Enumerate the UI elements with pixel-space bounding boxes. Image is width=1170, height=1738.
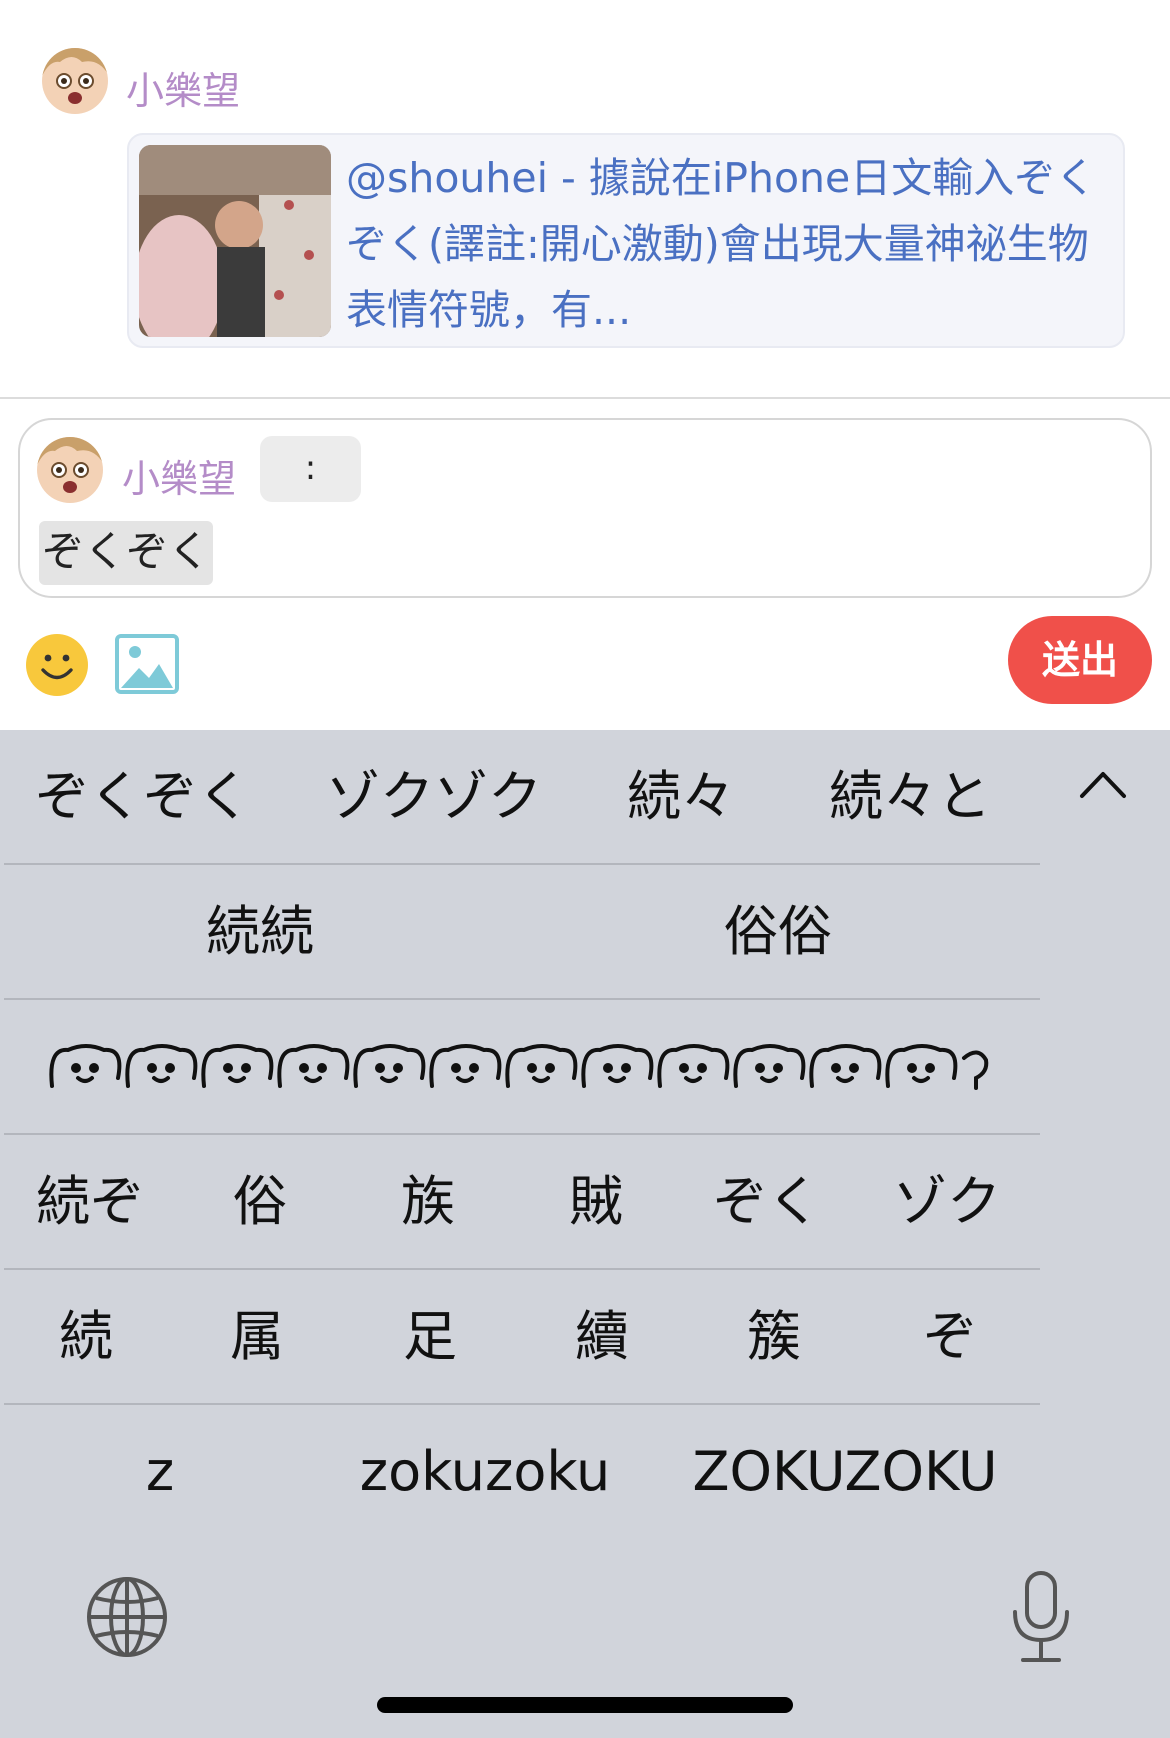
candidate[interactable]: ゾク	[892, 1135, 1002, 1268]
link-thumbnail	[139, 145, 331, 337]
candidate[interactable]: 続ぞ	[30, 1135, 150, 1268]
candidate-row-1: ぞくぞく ゾクゾク 続々 続々と	[0, 730, 1040, 865]
candidate-row-2: 続続 俗俗	[0, 865, 1040, 1000]
candidate[interactable]: zokuzoku	[340, 1405, 630, 1538]
collapse-candidates-button[interactable]	[1072, 754, 1134, 816]
smile-emoji-icon	[26, 634, 88, 696]
candidate[interactable]: ZOKUZOKU	[670, 1405, 1020, 1538]
avatar-face-icon	[37, 437, 103, 503]
home-indicator[interactable]	[377, 1697, 793, 1713]
reply-author-avatar	[37, 437, 103, 503]
author-name[interactable]: 小樂望	[126, 60, 240, 115]
send-button[interactable]: 送出	[1008, 616, 1152, 704]
candidate[interactable]: ゾクゾク	[312, 730, 556, 863]
divider	[0, 397, 1170, 399]
globe-icon	[87, 1577, 167, 1657]
emoji-button[interactable]	[25, 633, 89, 697]
candidate-row-5: 続 属 足 續 簇 ぞ	[0, 1270, 1040, 1405]
candidate[interactable]: z	[120, 1405, 200, 1538]
avatar-face-icon	[42, 48, 108, 114]
candidate-row-6: z zokuzoku ZOKUZOKU	[0, 1405, 1040, 1540]
reply-composer[interactable]: 小樂望 : ぞくぞく	[18, 418, 1152, 598]
candidate[interactable]: 族	[388, 1135, 468, 1268]
candidate[interactable]: 続続	[160, 865, 360, 998]
image-icon	[115, 634, 179, 694]
emoticon-icon	[49, 1044, 989, 1090]
candidate[interactable]: 續	[562, 1270, 642, 1403]
japanese-keyboard-candidates: ぞくぞく ゾクゾク 続々 続々と 続続 俗俗 続ぞ 俗 族 賊 ぞく ゾク 続 …	[0, 730, 1170, 1738]
link-preview-card[interactable]: @shouhei - 據說在iPhone日文輸入ぞくぞく(譯註:開心激動)會出現…	[127, 133, 1125, 348]
candidate[interactable]: 足	[390, 1270, 470, 1403]
candidate[interactable]: 俗俗	[678, 865, 878, 998]
microphone-key[interactable]	[1010, 1570, 1072, 1664]
reply-target-chip[interactable]: :	[260, 436, 361, 502]
candidate[interactable]: 続	[46, 1270, 126, 1403]
candidate[interactable]: ぞくぞく	[30, 730, 256, 863]
compose-input[interactable]: ぞくぞく	[39, 521, 214, 585]
image-upload-button[interactable]	[115, 634, 179, 694]
candidate-row-3	[0, 1000, 1040, 1135]
candidate[interactable]: 続々	[614, 730, 748, 863]
candidate[interactable]: 俗	[220, 1135, 300, 1268]
reply-author-name: 小樂望	[122, 457, 237, 501]
candidate[interactable]: ぞく	[712, 1135, 822, 1268]
chevron-up-icon	[1080, 772, 1126, 798]
microphone-icon	[1013, 1571, 1069, 1662]
author-avatar[interactable]	[42, 48, 108, 114]
emoticon-candidate[interactable]	[48, 1000, 992, 1133]
link-preview-text[interactable]: @shouhei - 據說在iPhone日文輸入ぞくぞく(譯註:開心激動)會出現…	[346, 145, 1124, 345]
candidate[interactable]: 続々と	[818, 730, 1002, 863]
candidate[interactable]: 賊	[556, 1135, 636, 1268]
candidate[interactable]: ぞ	[910, 1270, 990, 1403]
candidate[interactable]: 簇	[734, 1270, 814, 1403]
candidate[interactable]: 属	[217, 1270, 297, 1403]
candidate-row-4: 続ぞ 俗 族 賊 ぞく ゾク	[0, 1135, 1040, 1270]
globe-key[interactable]	[84, 1574, 170, 1660]
